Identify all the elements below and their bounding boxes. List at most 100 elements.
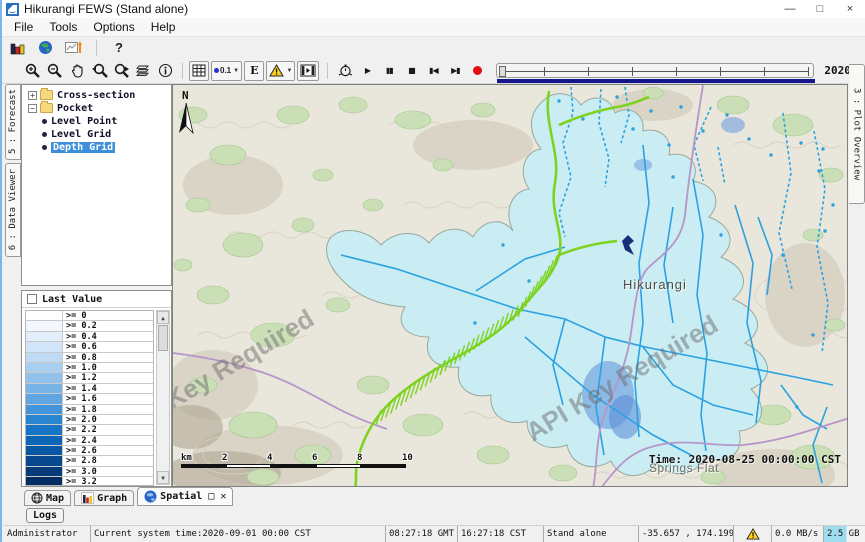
legend-button[interactable]: E [244, 61, 264, 81]
legend-row[interactable]: >= 1.2 [26, 373, 153, 383]
tree-node-label: Cross-section [57, 90, 135, 101]
hill-shade [413, 120, 533, 170]
tab-data-viewer[interactable]: 6 : Data Viewer [5, 163, 21, 257]
tree-node[interactable]: + Cross-section [28, 89, 171, 101]
right-tab-strip: 3 : Plot Overview [848, 84, 865, 487]
last-value-checkbox[interactable] [27, 294, 37, 304]
app-logo-icon [6, 3, 19, 16]
tab-close-icon[interactable]: ✕ [220, 491, 226, 502]
timer-button[interactable] [334, 61, 356, 81]
close-button[interactable]: × [835, 0, 865, 18]
legend-scrollbar[interactable]: ▲ ▼ [156, 310, 170, 485]
legend-row[interactable]: >= 2.8 [26, 456, 153, 466]
legend-row-label: >= 0.2 [63, 321, 97, 330]
minimize-button[interactable]: — [775, 0, 805, 18]
next-button[interactable]: ▶▮ [444, 61, 466, 81]
legend-swatch [26, 456, 63, 465]
stream-line [718, 147, 725, 185]
stream-dot [725, 113, 728, 116]
timeline-handle[interactable] [499, 66, 506, 77]
tab-map[interactable]: Map [24, 490, 71, 506]
contour-line [403, 202, 511, 208]
pan-hand-icon[interactable] [66, 61, 88, 81]
timeline-slider[interactable] [496, 63, 814, 78]
maximize-button[interactable]: □ [805, 0, 835, 18]
legend-row[interactable]: >= 2.4 [26, 436, 153, 446]
tab-graph[interactable]: Graph [74, 490, 134, 506]
grid-button[interactable] [189, 61, 209, 81]
legend-row[interactable]: >= 0.8 [26, 353, 153, 363]
play-button[interactable]: ▶ [356, 61, 378, 81]
expand-icon[interactable]: + [28, 91, 37, 100]
database-display-icon[interactable] [6, 38, 28, 58]
legend-row[interactable]: >= 1.0 [26, 363, 153, 373]
legend-row[interactable]: >= 0.4 [26, 332, 153, 342]
zoom-next-icon[interactable] [110, 61, 132, 81]
tab-spatial[interactable]: Spatial □ ✕ [137, 487, 233, 506]
tree-node[interactable]: Depth Grid [28, 141, 171, 153]
map-canvas[interactable]: N [173, 85, 848, 487]
legend-row[interactable]: >= 2.0 [26, 415, 153, 425]
tab-maximize-icon[interactable]: □ [208, 491, 214, 502]
legend-row[interactable]: >= 0 [26, 311, 153, 321]
stream-dot [821, 147, 824, 150]
globe-display-icon[interactable] [34, 38, 56, 58]
scroll-down-icon[interactable]: ▼ [157, 471, 169, 484]
legend-row[interactable]: >= 0.2 [26, 321, 153, 331]
interval-dropdown[interactable]: 0.1 ▼ [211, 61, 242, 81]
menu-item-help[interactable]: Help [143, 18, 184, 36]
legend-row[interactable]: >= 1.8 [26, 405, 153, 415]
warning-dropdown[interactable]: ▼ [266, 61, 295, 81]
movie-button[interactable] [297, 61, 319, 81]
legend-row[interactable]: >= 2.6 [26, 446, 153, 456]
tree-node[interactable]: Level Grid [28, 128, 171, 140]
collapse-icon[interactable]: − [28, 104, 37, 113]
legend-row[interactable]: >= 1.6 [26, 394, 153, 404]
map-view[interactable]: N API Key Required API Key Required km 2… [172, 84, 848, 487]
stop-button[interactable]: ■ [400, 61, 422, 81]
vegetation-patch [313, 169, 333, 181]
zoom-out-icon[interactable] [44, 61, 66, 81]
tree-node-label: Depth Grid [51, 142, 115, 153]
previous-button[interactable]: ▮◀ [422, 61, 444, 81]
node-bullet-icon [42, 145, 47, 150]
logs-button[interactable]: Logs [26, 508, 64, 523]
tree-node[interactable]: −Pocket [28, 102, 171, 114]
legend-row[interactable]: >= 0.6 [26, 342, 153, 352]
legend-panel: Last Value >= 0>= 0.2>= 0.4>= 0.6>= 0.8>… [21, 290, 172, 487]
pause-button[interactable]: ▮▮ [378, 61, 400, 81]
legend-row[interactable]: >= 3.0 [26, 467, 153, 477]
legend-row[interactable]: >= 1.4 [26, 384, 153, 394]
tree-node[interactable]: Level Point [28, 115, 171, 127]
contour-line [183, 122, 291, 128]
stream-dot [631, 127, 634, 130]
record-button[interactable] [466, 61, 488, 81]
tab-forecast[interactable]: 5 : Forecast [5, 84, 21, 160]
vegetation-patch [277, 106, 309, 124]
record-dot-icon [473, 66, 482, 75]
stream-dot [581, 117, 584, 120]
tab-plot-overview[interactable]: 3 : Plot Overview [849, 64, 865, 204]
spatial-display-icon[interactable] [62, 38, 84, 58]
scrollbar-thumb[interactable] [158, 325, 168, 351]
menu-item-tools[interactable]: Tools [41, 18, 85, 36]
legend-row[interactable]: >= 3.2 [26, 477, 153, 486]
help-button[interactable]: ? [109, 40, 129, 55]
legend-row-label: >= 2.8 [63, 456, 97, 465]
menu-item-options[interactable]: Options [85, 18, 142, 36]
legend-row[interactable]: >= 2.2 [26, 425, 153, 435]
zoom-previous-icon[interactable] [88, 61, 110, 81]
folder-icon [40, 103, 53, 113]
legend-row-label: >= 2.0 [63, 415, 97, 424]
warning-icon [746, 528, 760, 540]
vegetation-patch [477, 446, 509, 464]
status-bar: Administrator Current system time:2020-0… [4, 525, 865, 542]
vegetation-patch [251, 323, 295, 347]
menu-item-file[interactable]: File [6, 18, 41, 36]
scroll-up-icon[interactable]: ▲ [157, 311, 169, 324]
layers-icon[interactable] [132, 61, 154, 81]
status-warning-cell[interactable] [733, 526, 771, 542]
info-icon[interactable] [154, 61, 176, 81]
zoom-in-icon[interactable] [22, 61, 44, 81]
vegetation-patch [292, 218, 314, 232]
